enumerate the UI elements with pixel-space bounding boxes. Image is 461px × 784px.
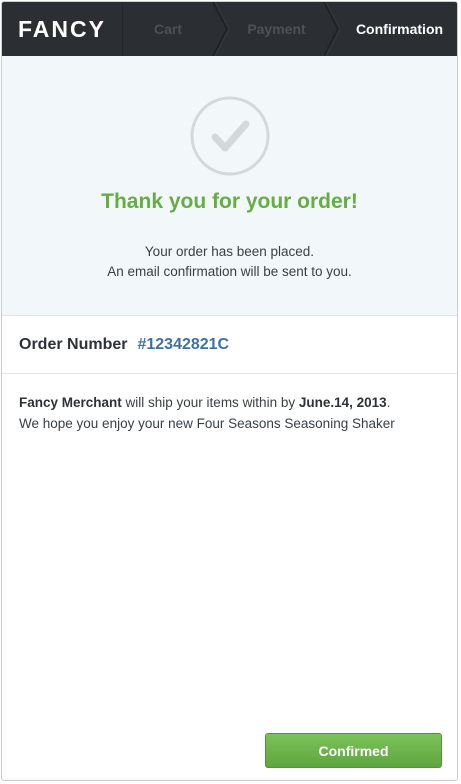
checkmark-circle-icon (190, 96, 270, 176)
shipping-text: will ship your items within by (121, 395, 299, 410)
step-confirmation[interactable]: Confirmation (340, 2, 457, 56)
shipping-line: Fancy Merchant will ship your items with… (19, 392, 449, 413)
checkout-header: FANCY Cart Payment Confirmation (2, 2, 457, 56)
order-number-value[interactable]: #12342821C (137, 336, 229, 354)
order-number-row: Order Number #12342821C (2, 316, 457, 374)
order-placed-message: Your order has been placed. An email con… (2, 242, 457, 282)
email-confirmation-line: An email confirmation will be sent to yo… (107, 264, 352, 279)
fancy-logo[interactable]: FANCY (2, 2, 123, 56)
step-cart[interactable]: Cart (123, 2, 213, 56)
thank-you-heading: Thank you for your order! (101, 190, 358, 213)
chevron-right-icon (324, 2, 340, 56)
order-confirmation-panel: FANCY Cart Payment Confirmation Thank yo… (1, 1, 458, 781)
step-cart-label: Cart (153, 21, 182, 37)
enjoy-line: We hope you enjoy your new Four Seasons … (19, 416, 395, 431)
step-payment[interactable]: Payment (229, 2, 324, 56)
chevron-right-icon (213, 2, 229, 56)
order-number-label: Order Number (19, 335, 128, 353)
order-placed-line: Your order has been placed. (144, 244, 315, 259)
confirmed-button[interactable]: Confirmed (265, 733, 442, 768)
ship-date: June.14, 2013 (298, 395, 387, 410)
confirmation-hero: Thank you for your order! Your order has… (2, 56, 457, 316)
step-payment-label: Payment (247, 21, 306, 37)
shipping-message: Fancy Merchant will ship your items with… (19, 392, 449, 434)
step-confirmation-label: Confirmation (355, 21, 444, 37)
shipping-text-end: . (386, 395, 391, 410)
merchant-name: Fancy Merchant (19, 395, 122, 410)
